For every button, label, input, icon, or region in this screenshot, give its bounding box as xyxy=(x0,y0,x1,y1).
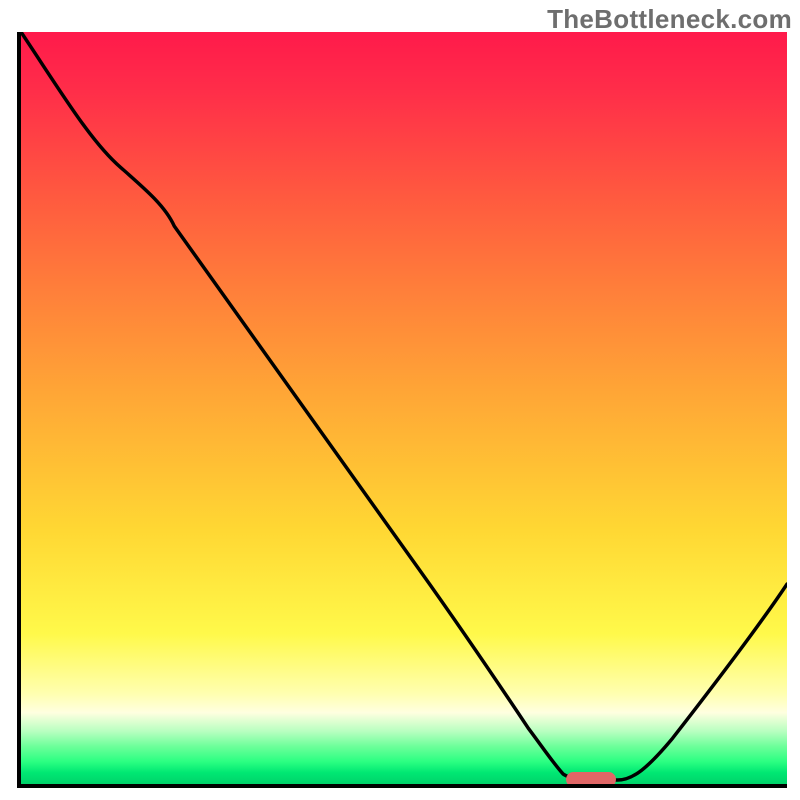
bottleneck-curve-path xyxy=(21,32,787,780)
watermark-text: TheBottleneck.com xyxy=(547,4,792,35)
chart-container: TheBottleneck.com xyxy=(0,0,800,800)
curve-svg xyxy=(21,32,787,784)
plot-area xyxy=(17,32,787,788)
optimal-marker xyxy=(566,772,616,787)
